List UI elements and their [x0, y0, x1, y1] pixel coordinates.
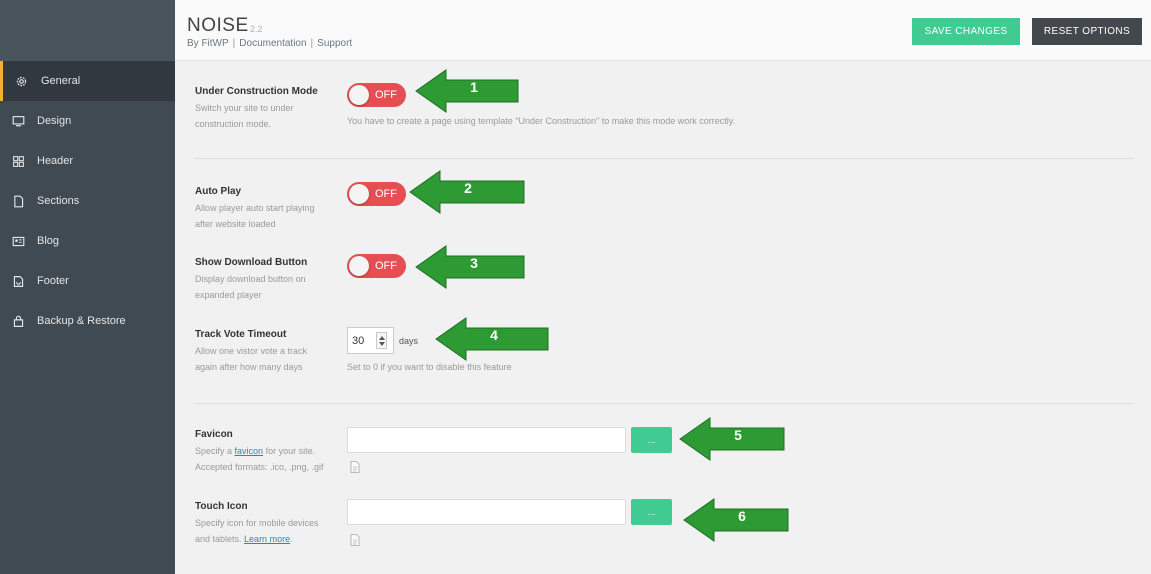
gear-icon	[14, 74, 28, 88]
track-vote-number-input[interactable]: 30	[347, 327, 394, 354]
grid-icon	[11, 154, 25, 168]
section-divider	[195, 158, 1133, 159]
touch-icon-label: Touch Icon	[195, 501, 248, 512]
spin-up-icon[interactable]	[379, 336, 385, 340]
file-icon	[350, 533, 360, 546]
auto-play-toggle[interactable]: OFF	[347, 182, 406, 206]
sidebar-item-backup-restore[interactable]: Backup & Restore	[0, 301, 175, 341]
byline: By FitWP | Documentation | Support	[187, 38, 353, 49]
sidebar-item-general[interactable]: General	[0, 61, 175, 101]
annotation-number: 4	[490, 327, 498, 343]
page-header: NOISE 2.2 By FitWP | Documentation | Support…	[175, 0, 1151, 61]
sidebar-item-label: Blog	[37, 235, 60, 247]
annotation-number: 5	[734, 427, 742, 443]
favicon-url-input[interactable]	[347, 427, 626, 453]
annotation-number: 1	[470, 79, 478, 95]
favicon-desc: Specify a favicon for your site. Accepted…	[195, 446, 324, 472]
show-download-label: Show Download Button	[195, 257, 308, 268]
sidebar: General Design Header Sections Blog Foot…	[0, 0, 175, 574]
under-construction-toggle[interactable]: OFF	[347, 83, 406, 107]
annotation-arrow-3: 3	[412, 243, 532, 291]
author-label: By FitWP	[187, 38, 229, 49]
under-construction-desc: Switch your site to under construction m…	[195, 103, 294, 129]
auto-play-label: Auto Play	[195, 186, 242, 197]
annotation-arrow-5: 5	[676, 415, 796, 463]
toggle-knob	[349, 184, 369, 204]
track-vote-hint: Set to 0 if you want to disable this fea…	[347, 362, 512, 372]
picture-icon	[11, 234, 25, 248]
annotation-number: 6	[738, 508, 746, 524]
annotation-arrow-4: 4	[432, 315, 552, 363]
sidebar-item-footer[interactable]: Footer	[0, 261, 175, 301]
sidebar-item-label: Footer	[37, 275, 69, 287]
reset-options-button[interactable]: RESET OPTIONS	[1032, 18, 1142, 45]
annotation-arrow-6: 6	[680, 496, 800, 544]
annotation-number: 3	[470, 255, 478, 271]
sidebar-item-label: Design	[37, 115, 72, 127]
toggle-state: OFF	[375, 89, 397, 101]
annotation-arrow-2: 2	[406, 168, 526, 216]
documentation-link[interactable]: Documentation	[239, 38, 306, 49]
under-construction-hint: You have to create a page using template…	[347, 116, 736, 126]
toggle-knob	[349, 85, 369, 105]
support-link[interactable]: Support	[317, 38, 352, 49]
favicon-label: Favicon	[195, 429, 233, 440]
sidebar-item-label: Sections	[37, 195, 80, 207]
number-spinner[interactable]	[376, 332, 387, 349]
footer-icon	[11, 274, 25, 288]
track-vote-desc: Allow one vistor vote a track again afte…	[195, 346, 308, 372]
file-icon	[350, 460, 360, 473]
favicon-link[interactable]: favicon	[235, 446, 264, 456]
learn-more-link[interactable]: Learn more	[244, 534, 290, 544]
toggle-knob	[349, 256, 369, 276]
document-icon	[11, 194, 25, 208]
save-changes-button[interactable]: SAVE CHANGES	[912, 18, 1020, 45]
sidebar-header	[0, 0, 175, 61]
toggle-state: OFF	[375, 188, 397, 200]
spin-down-icon[interactable]	[379, 342, 385, 346]
track-vote-value: 30	[352, 335, 365, 347]
show-download-toggle[interactable]: OFF	[347, 254, 406, 278]
auto-play-desc: Allow player auto start playing after we…	[195, 203, 315, 229]
toggle-state: OFF	[375, 260, 397, 272]
annotation-number: 2	[464, 180, 472, 196]
backup-icon	[11, 314, 25, 328]
sidebar-item-design[interactable]: Design	[0, 101, 175, 141]
sidebar-item-label: Header	[37, 155, 74, 167]
sidebar-item-label: Backup & Restore	[37, 315, 126, 327]
favicon-browse-button[interactable]: ...	[631, 427, 672, 453]
touch-icon-url-input[interactable]	[347, 499, 626, 525]
sidebar-item-header[interactable]: Header	[0, 141, 175, 181]
track-vote-label: Track Vote Timeout	[195, 329, 287, 340]
sidebar-item-sections[interactable]: Sections	[0, 181, 175, 221]
touch-icon-browse-button[interactable]: ...	[631, 499, 672, 525]
version-label: 2.2	[250, 24, 263, 34]
page-title: NOISE	[187, 15, 249, 36]
sidebar-item-blog[interactable]: Blog	[0, 221, 175, 261]
monitor-icon	[11, 114, 25, 128]
show-download-desc: Display download button on expanded play…	[195, 274, 306, 300]
annotation-arrow-1: 1	[412, 67, 532, 115]
track-vote-unit: days	[399, 336, 419, 346]
touch-icon-desc: Specify icon for mobile devices and tabl…	[195, 518, 319, 544]
section-divider	[195, 403, 1133, 404]
sidebar-item-label: General	[41, 75, 81, 87]
under-construction-label: Under Construction Mode	[195, 86, 318, 97]
